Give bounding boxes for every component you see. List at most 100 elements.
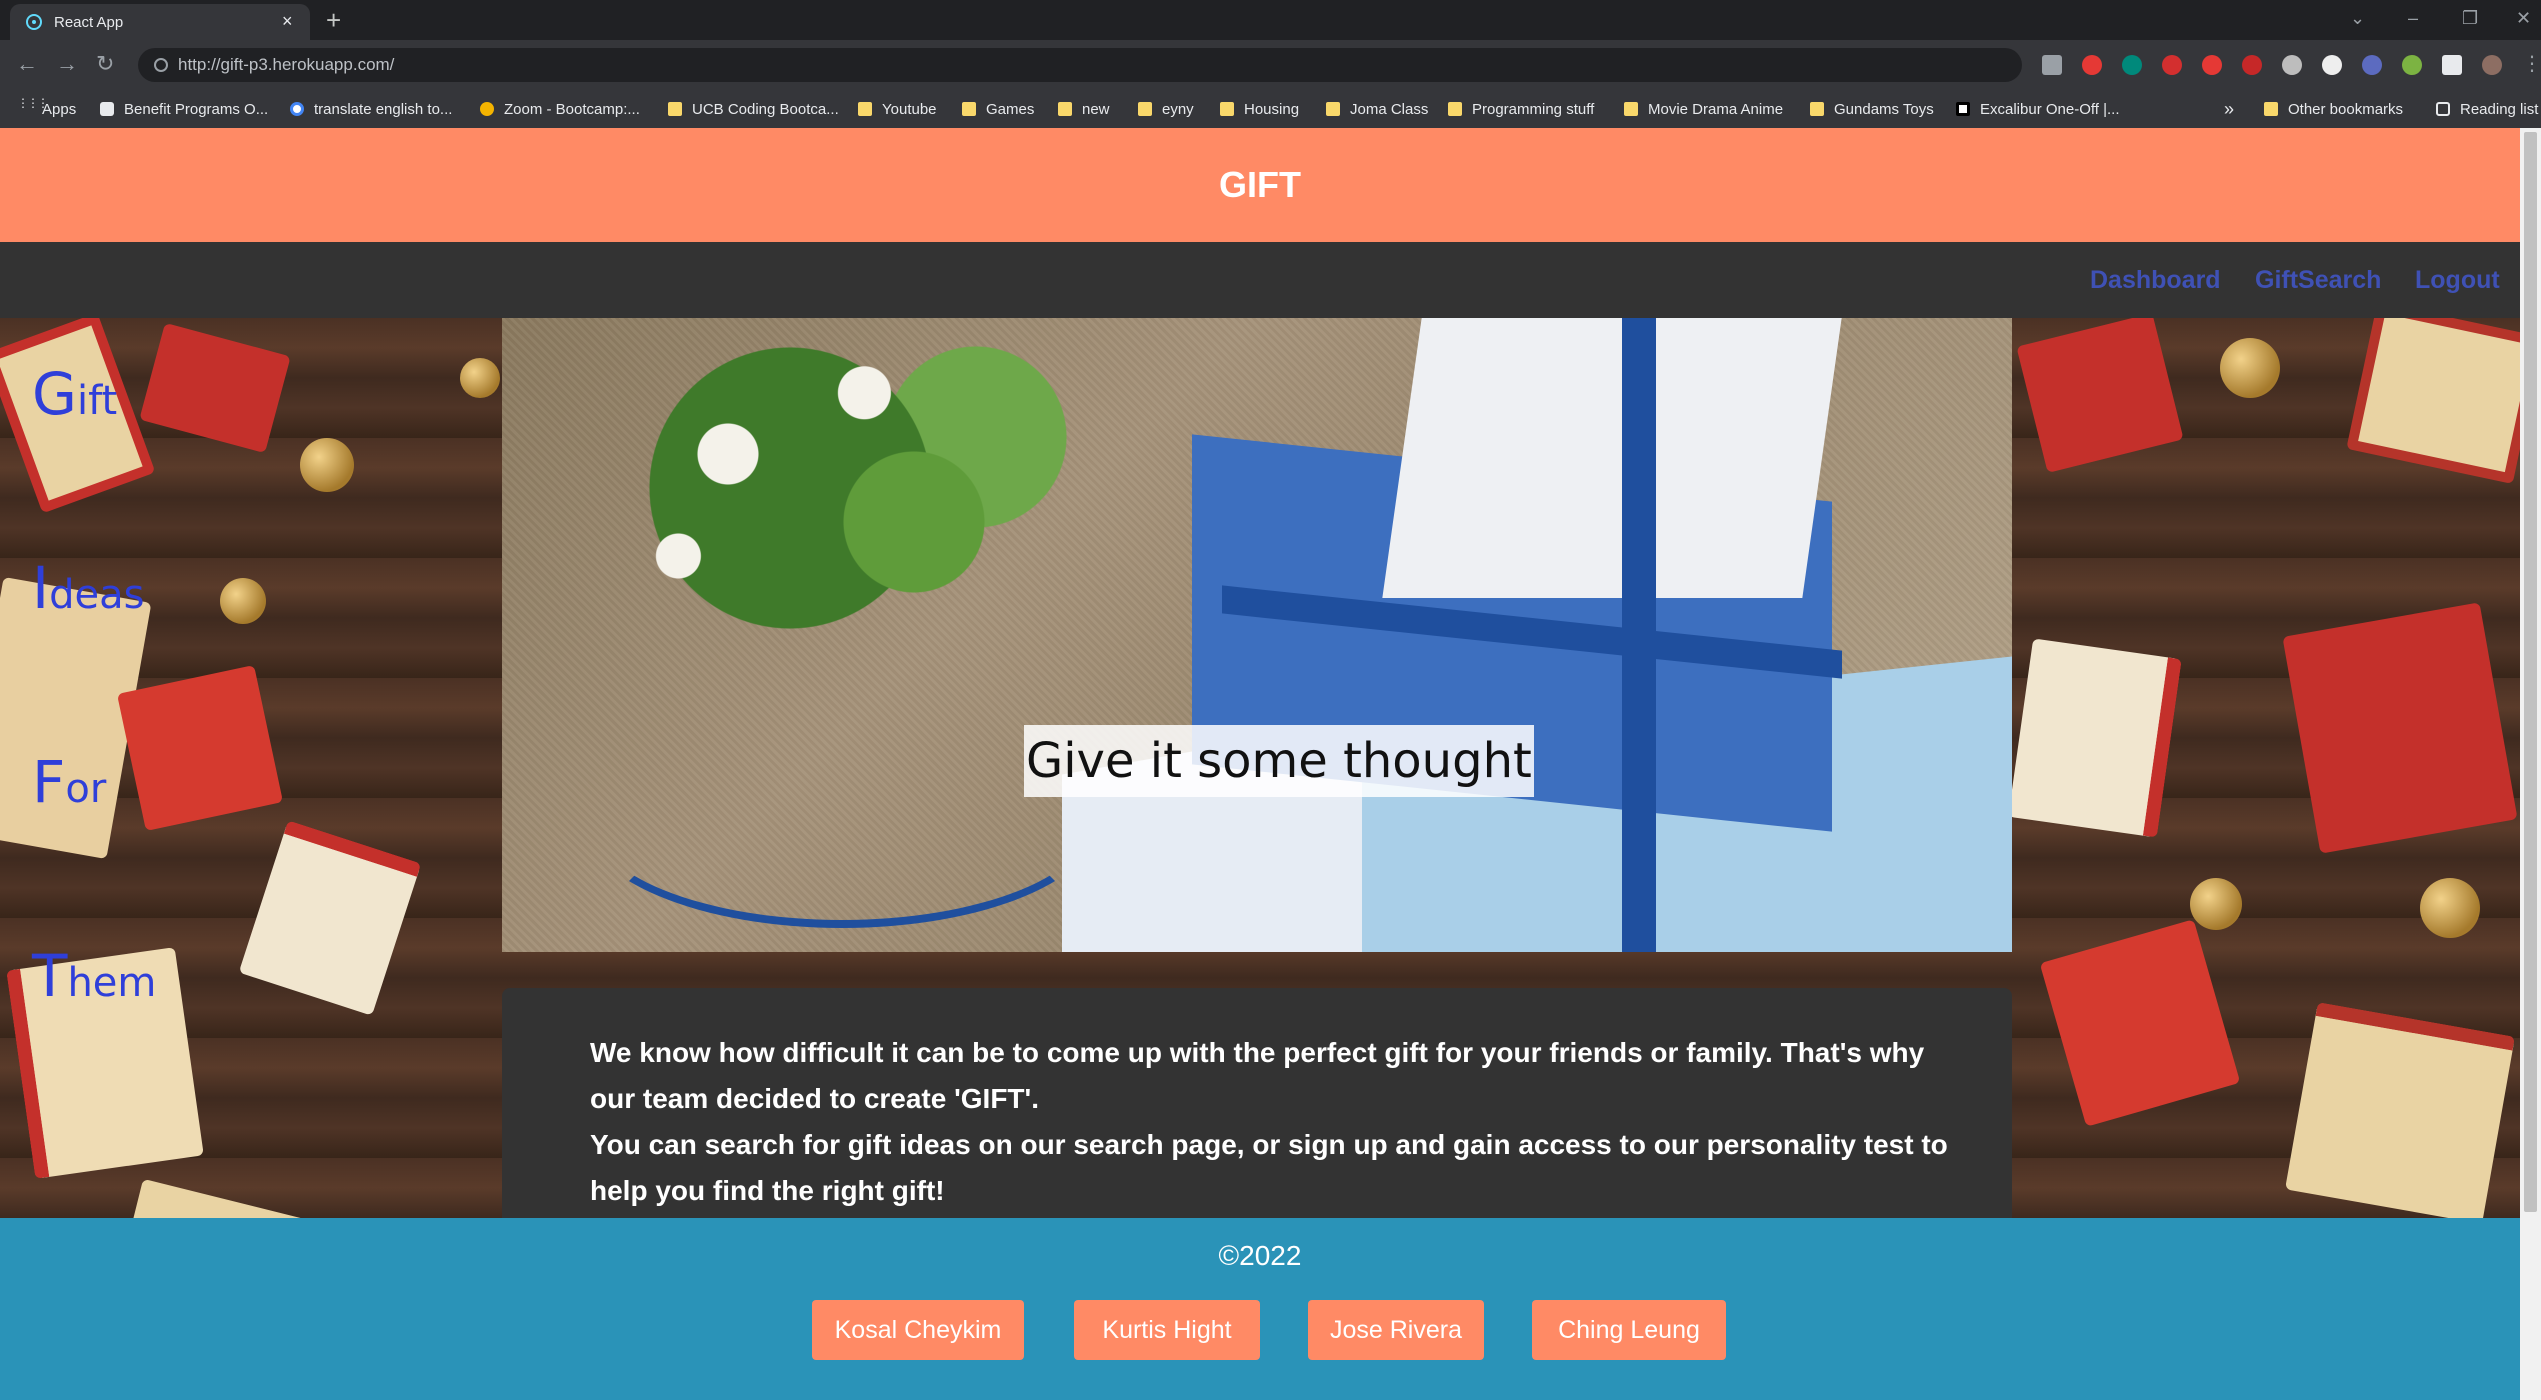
reload-icon[interactable]: ↻ [96,51,114,77]
extension-icon[interactable] [2082,55,2102,75]
about-text: You can search for gift ideas on our sea… [590,1129,1948,1206]
folder-icon [1810,102,1824,116]
back-icon[interactable]: ← [16,51,38,77]
site-header: GIFT [0,128,2520,242]
bookmark-apps[interactable]: Apps [17,96,76,120]
gift-box-decoration [1382,318,1842,598]
credit-button-jose[interactable]: Jose Rivera [1308,1300,1484,1360]
bookmark-item[interactable]: Gundams Toys [1810,98,1934,120]
extension-icon[interactable] [2122,55,2142,75]
bookmark-item[interactable]: Zoom - Bootcamp:... [480,98,640,120]
site-icon [100,102,114,116]
ornament-decoration [220,578,266,624]
bookmark-item[interactable]: translate english to... [290,98,452,120]
menu-icon[interactable]: ⋮ [2522,51,2541,77]
avatar[interactable] [2482,55,2502,75]
bookmarks-overflow-icon[interactable]: » [2224,98,2234,120]
gmail-extension-icon[interactable] [2162,55,2182,75]
bookmark-item[interactable]: new [1058,98,1110,120]
screenshot-extension-icon[interactable] [2042,55,2062,75]
bookmark-item[interactable]: Youtube [858,98,937,120]
puzzle-icon[interactable] [2442,55,2462,75]
bookmark-item[interactable]: Movie Drama Anime [1624,98,1783,120]
gift-decoration [139,322,291,454]
folder-icon [668,102,682,116]
zoom-icon [480,102,494,116]
copyright-text: ©2022 [1218,1240,1302,1271]
other-bookmarks[interactable]: Other bookmarks [2264,98,2403,120]
gift-decoration [238,820,422,1016]
reading-list-icon [2436,102,2450,116]
ornament-decoration [2420,878,2480,938]
hero-caption: Give it some thought [1024,725,1534,797]
credit-button-kurtis[interactable]: Kurtis Hight [1074,1300,1260,1360]
ornament-decoration [300,438,354,492]
ornament-decoration [2190,878,2242,930]
close-window-icon[interactable]: ✕ [2516,8,2531,29]
bookmark-item[interactable]: Programming stuff [1448,98,1594,120]
side-word-gift: Gift [32,360,118,428]
folder-icon [962,102,976,116]
nav-giftsearch-link[interactable]: GiftSearch [2255,266,2381,295]
credit-button-ching[interactable]: Ching Leung [1532,1300,1726,1360]
bookmarks-bar: Apps Benefit Programs O... translate eng… [0,90,2541,128]
hero-image [502,318,2012,952]
browser-tabstrip: React App × + ⌄ – ❐ ✕ [0,0,2541,40]
tab-title: React App [54,14,124,31]
ribbon-decoration [1622,318,1656,952]
gift-decoration [2285,1002,2515,1224]
page-scrollbar[interactable] [2520,128,2541,1400]
navbar: Dashboard GiftSearch Logout [0,242,2520,318]
folder-icon [1138,102,1152,116]
tab-search-icon[interactable]: ⌄ [2350,8,2365,29]
folder-icon [1624,102,1638,116]
nav-dashboard-link[interactable]: Dashboard [2090,266,2221,295]
credit-button-kosal[interactable]: Kosal Cheykim [812,1300,1024,1360]
minimize-icon[interactable]: – [2408,8,2418,29]
extension-icon[interactable] [2322,55,2342,75]
site-icon [1956,102,1970,116]
side-word-them: Them [32,942,157,1010]
forward-icon[interactable]: → [56,51,78,77]
folder-icon [858,102,872,116]
react-icon [26,14,42,30]
bookmark-item[interactable]: Games [962,98,1034,120]
ornament-decoration [460,358,500,398]
extension-icon[interactable] [2402,55,2422,75]
address-bar[interactable]: http://gift-p3.herokuapp.com/ [138,48,2022,82]
site-info-icon[interactable] [154,58,168,72]
bookmark-item[interactable]: UCB Coding Bootca... [668,98,839,120]
new-tab-icon[interactable]: + [326,5,341,35]
gift-decoration [2039,919,2241,1127]
gift-decoration [2016,312,2184,474]
bookmark-item[interactable]: Joma Class [1326,98,1428,120]
scrollbar-thumb[interactable] [2524,132,2537,1212]
about-text: We know how difficult it can be to come … [590,1037,1925,1114]
gift-decoration [2008,638,2182,838]
nav-logout-link[interactable]: Logout [2415,266,2500,295]
bookmark-item[interactable]: eyny [1138,98,1194,120]
flowers-decoration [542,318,1162,658]
site-title: GIFT [1219,164,1301,205]
bookmark-item[interactable]: Housing [1220,98,1299,120]
extension-icon[interactable] [2282,55,2302,75]
gift-decoration [2282,602,2518,854]
browser-tab[interactable]: React App × [10,4,310,40]
restore-icon[interactable]: ❐ [2462,8,2478,29]
extension-icon[interactable] [2362,55,2382,75]
bookmark-item[interactable]: Benefit Programs O... [100,98,268,120]
tab-close-icon[interactable]: × [282,11,293,31]
bookmark-item[interactable]: Excalibur One-Off |... [1956,98,2120,120]
reading-list[interactable]: Reading list [2436,98,2538,120]
gift-decoration [116,664,284,832]
url-text: http://gift-p3.herokuapp.com/ [178,55,395,74]
folder-icon [1326,102,1340,116]
extension-icon[interactable] [2202,55,2222,75]
side-word-for: For [32,748,107,816]
folder-icon [2264,102,2278,116]
google-icon [290,102,304,116]
ornament-decoration [2220,338,2280,398]
site-footer: ©2022 Kosal Cheykim Kurtis Hight Jose Ri… [0,1218,2520,1400]
extension-icon[interactable] [2242,55,2262,75]
apps-icon [17,96,47,116]
